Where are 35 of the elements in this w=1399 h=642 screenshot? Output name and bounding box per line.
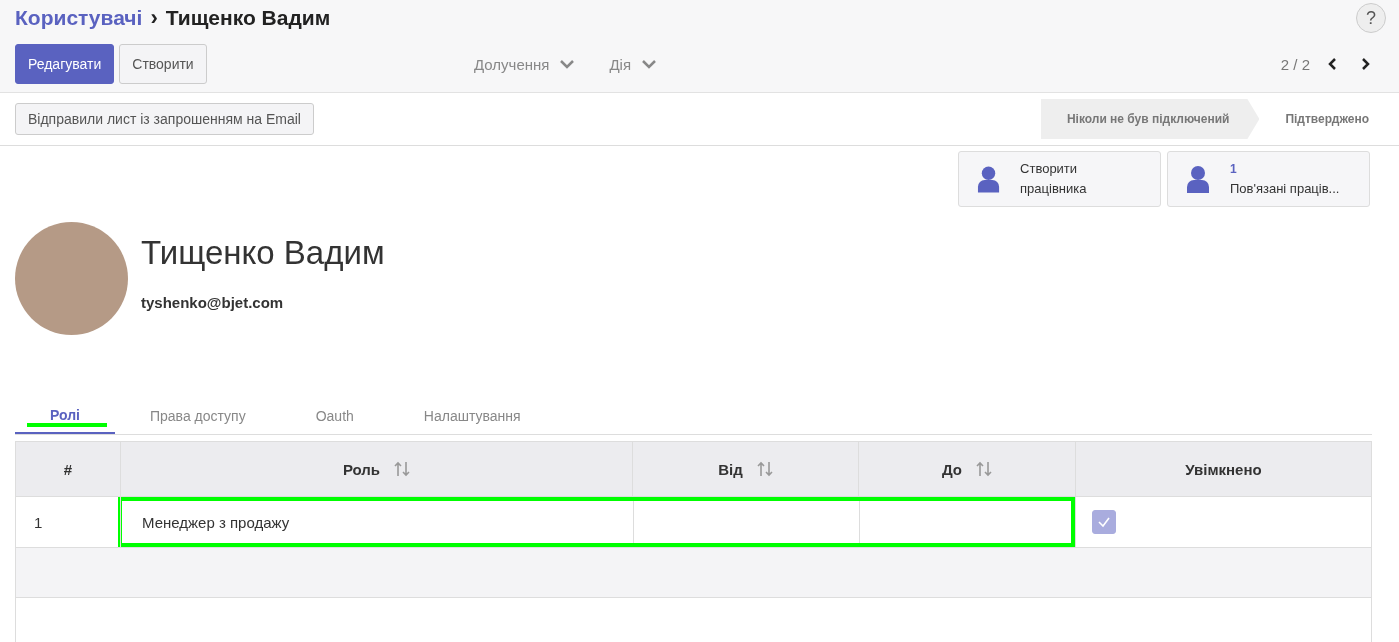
breadcrumb-link[interactable]: Користувачі bbox=[15, 6, 143, 30]
person-icon bbox=[977, 165, 1001, 193]
column-header[interactable]: Роль bbox=[120, 441, 633, 497]
column-header[interactable]: # bbox=[15, 441, 121, 497]
chevron-down-icon bbox=[641, 59, 658, 69]
column-header[interactable]: Від bbox=[632, 441, 859, 497]
column-header[interactable]: До bbox=[858, 441, 1076, 497]
person-icon bbox=[1186, 165, 1210, 193]
smart-button[interactable]: 1 Пов'язані праців... bbox=[1167, 151, 1370, 207]
table-cell: 1 bbox=[15, 496, 121, 548]
sort-icon[interactable] bbox=[394, 460, 411, 478]
tab[interactable]: Oauth bbox=[280, 397, 389, 434]
checkmark-icon bbox=[1097, 516, 1111, 528]
breadcrumb-current: Тищенко Вадим bbox=[165, 6, 331, 30]
smart-button[interactable]: Створити працівника bbox=[958, 151, 1161, 207]
checkbox[interactable] bbox=[1092, 510, 1116, 534]
user-name: Тищенко Вадим bbox=[141, 234, 385, 272]
column-header[interactable]: Увімкнено bbox=[1075, 441, 1372, 497]
sort-icon[interactable] bbox=[756, 460, 773, 478]
pager-counter: 2 / 2 bbox=[1280, 55, 1310, 73]
help-button[interactable]: ? bbox=[1356, 3, 1386, 33]
chevron-down-icon bbox=[559, 59, 576, 69]
tab[interactable]: Права доступу bbox=[115, 397, 281, 434]
create-button[interactable]: Створити bbox=[119, 44, 207, 84]
tab[interactable]: Ролі bbox=[15, 397, 115, 434]
tab[interactable]: Налаштування bbox=[388, 397, 556, 434]
breadcrumb-separator: › bbox=[150, 5, 158, 31]
previous-icon[interactable] bbox=[1326, 57, 1338, 71]
next-icon[interactable] bbox=[1360, 57, 1372, 71]
status-stage[interactable]: Ніколи не був підключений bbox=[1040, 99, 1260, 139]
sort-icon[interactable] bbox=[976, 460, 992, 478]
table-cell: Менеджер з продажу bbox=[122, 501, 634, 543]
user-email: tyshenko@bjet.com bbox=[141, 294, 285, 311]
invite-email-button[interactable]: Відправили лист із запрошенням на Email bbox=[15, 103, 314, 135]
edit-button[interactable]: Редагувати bbox=[15, 44, 115, 84]
